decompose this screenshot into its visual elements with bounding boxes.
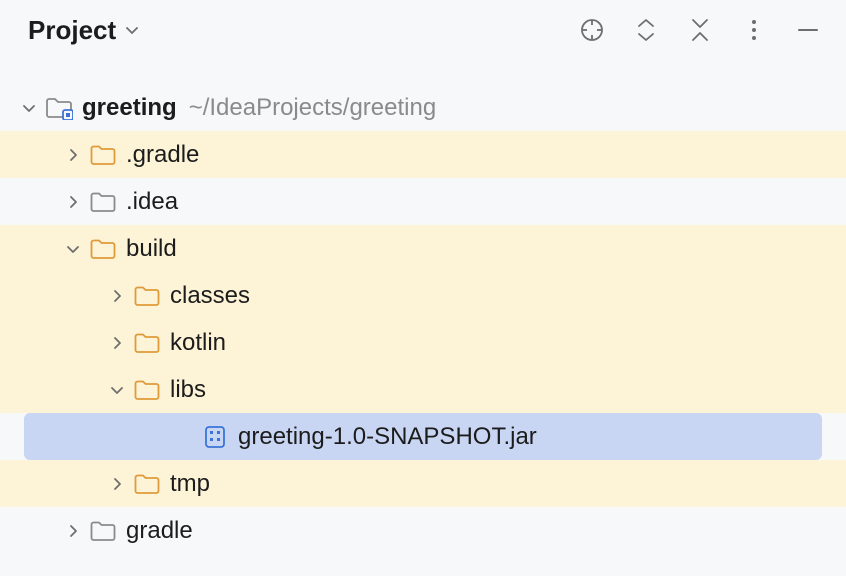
folder-icon bbox=[132, 285, 162, 307]
module-folder-icon bbox=[44, 96, 74, 120]
tree-label: greeting-1.0-SNAPSHOT.jar bbox=[238, 423, 537, 451]
tree-label: greeting bbox=[82, 94, 177, 122]
tree-path-label: ~/IdeaProjects/greeting bbox=[189, 94, 437, 122]
expand-collapse-icon[interactable] bbox=[632, 16, 660, 44]
chevron-down-icon[interactable] bbox=[106, 383, 128, 397]
folder-icon bbox=[132, 332, 162, 354]
tree-label: kotlin bbox=[170, 329, 226, 357]
tree-label: .gradle bbox=[126, 141, 199, 169]
tool-window-header: Project bbox=[0, 0, 846, 60]
folder-icon bbox=[88, 238, 118, 260]
tree-row-kotlin[interactable]: kotlin bbox=[0, 319, 846, 366]
tree-row-dot-idea[interactable]: .idea bbox=[0, 178, 846, 225]
tool-window-actions bbox=[578, 16, 822, 44]
chevron-right-icon[interactable] bbox=[62, 148, 84, 162]
tree-row-tmp[interactable]: tmp bbox=[0, 460, 846, 507]
minimize-icon[interactable] bbox=[794, 16, 822, 44]
project-tree: greeting ~/IdeaProjects/greeting .gradle… bbox=[0, 60, 846, 554]
folder-icon bbox=[88, 144, 118, 166]
tree-row-classes[interactable]: classes bbox=[0, 272, 846, 319]
chevron-right-icon[interactable] bbox=[106, 289, 128, 303]
tree-label: tmp bbox=[170, 470, 210, 498]
tree-row-libs[interactable]: libs bbox=[0, 366, 846, 413]
tree-row-dot-gradle[interactable]: .gradle bbox=[0, 131, 846, 178]
tree-label: libs bbox=[170, 376, 206, 404]
tree-row-gradle[interactable]: gradle bbox=[0, 507, 846, 554]
select-opened-file-icon[interactable] bbox=[578, 16, 606, 44]
tree-row-root[interactable]: greeting ~/IdeaProjects/greeting bbox=[0, 84, 846, 131]
chevron-down-icon[interactable] bbox=[18, 101, 40, 115]
chevron-down-icon[interactable] bbox=[62, 242, 84, 256]
tree-row-jar-selected[interactable]: greeting-1.0-SNAPSHOT.jar bbox=[24, 413, 822, 460]
more-options-icon[interactable] bbox=[740, 16, 768, 44]
folder-icon bbox=[132, 379, 162, 401]
tree-label: classes bbox=[170, 282, 250, 310]
folder-grey-icon bbox=[88, 191, 118, 213]
folder-grey-icon bbox=[88, 520, 118, 542]
chevron-right-icon[interactable] bbox=[62, 195, 84, 209]
tool-window-title: Project bbox=[28, 15, 116, 46]
tree-label: .idea bbox=[126, 188, 178, 216]
folder-icon bbox=[132, 473, 162, 495]
jar-file-icon bbox=[200, 425, 230, 449]
hide-icon[interactable] bbox=[686, 16, 714, 44]
view-mode-chevron-icon[interactable] bbox=[124, 22, 140, 38]
chevron-right-icon[interactable] bbox=[106, 477, 128, 491]
tree-label: gradle bbox=[126, 517, 193, 545]
chevron-right-icon[interactable] bbox=[62, 524, 84, 538]
chevron-right-icon[interactable] bbox=[106, 336, 128, 350]
tree-row-build[interactable]: build bbox=[0, 225, 846, 272]
tree-label: build bbox=[126, 235, 177, 263]
